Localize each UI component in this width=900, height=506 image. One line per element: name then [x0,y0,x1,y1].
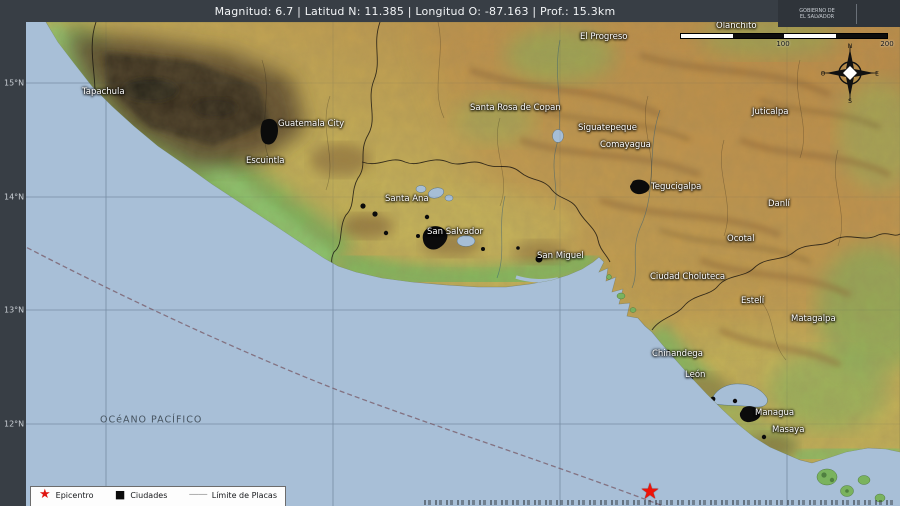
government-logo: GOBIERNO DE EL SALVADOR [778,0,900,27]
logo-line2: EL SALVADOR [778,14,856,20]
legend-item-square: ■ Ciudades [115,490,167,500]
legend-item-line: —— Límite de Placas [189,490,277,500]
legend-label: Ciudades [130,491,167,500]
svg-text:E: E [875,71,879,78]
latitude-axis-strip: 15°N 14°N 13°N 12°N [0,22,26,506]
ocean-label: OCéANO PACÍFICO [100,415,202,426]
star-icon: ★ [39,490,51,500]
svg-text:N: N [848,43,853,50]
scale-label: 100 [776,40,789,48]
terrain-relief-map [0,0,900,506]
scale-label: 200 [880,40,893,48]
svg-text:O: O [821,71,826,78]
map-legend: ★ Epicentro ■ Ciudades —— Límite de Placas [30,486,286,506]
latitude-label: 14°N [4,193,24,202]
legend-label: Límite de Placas [212,491,277,500]
square-icon: ■ [115,490,125,500]
header-bar: Magnitud: 6.7 | Latitud N: 11.385 | Long… [0,0,900,22]
legend-item-star: ★ Epicentro [39,490,94,500]
compass-rose-icon: N S E O [820,43,880,103]
svg-text:S: S [848,98,852,103]
logo-separator [856,4,857,24]
latitude-label: 15°N [4,79,24,88]
latitude-label: 12°N [4,420,24,429]
event-summary-title: Magnitud: 6.7 | Latitud N: 11.385 | Long… [215,5,616,18]
map-scale-bar: 100200 [680,33,888,39]
line-icon: —— [189,490,207,500]
legend-label: Epicentro [56,491,94,500]
latitude-label: 13°N [4,306,24,315]
epicenter-star-icon: ★ [640,484,660,502]
earthquake-map-window: TapachulaGuatemala CityEscuintlaOlanchit… [0,0,900,506]
